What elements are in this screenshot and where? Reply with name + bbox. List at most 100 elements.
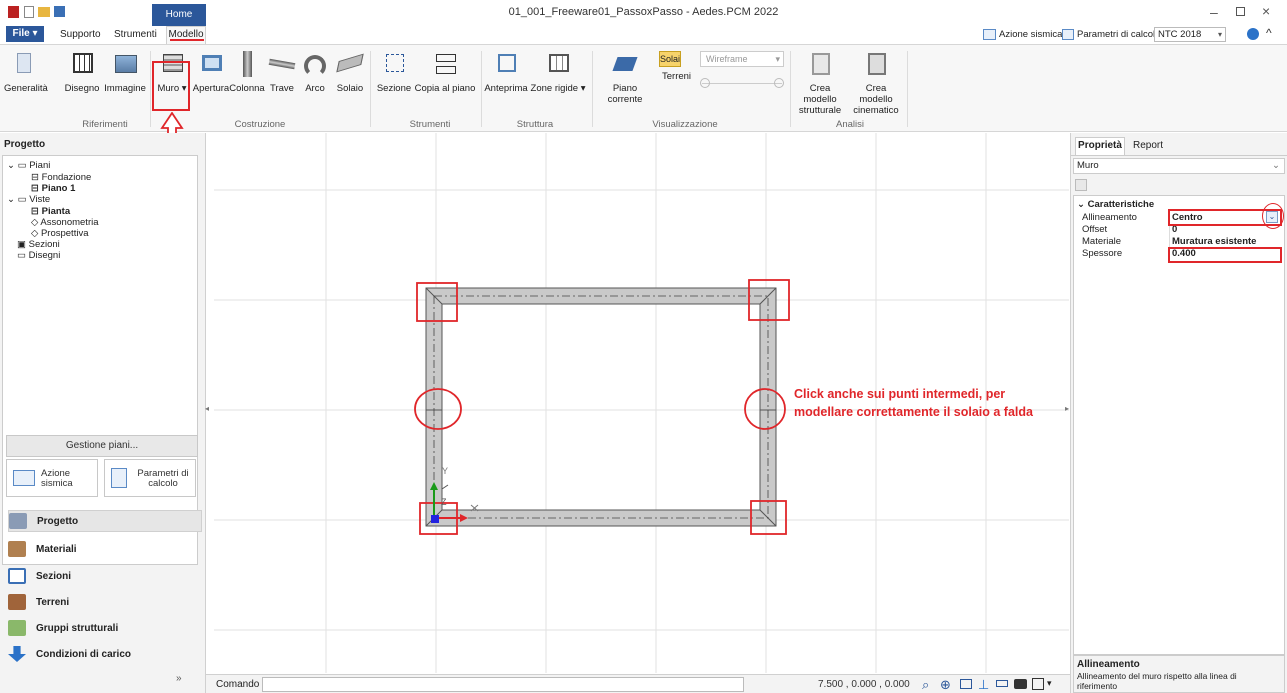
- immagine-button[interactable]: Immagine: [103, 51, 147, 94]
- prop-name-allineamento: Allineamento: [1082, 212, 1137, 223]
- wall-rectangle: [425, 287, 777, 527]
- prop-name-offset: Offset: [1082, 224, 1108, 235]
- structural-model-icon: [805, 51, 835, 79]
- terreni-toggle[interactable]: Terreni: [662, 71, 691, 82]
- piano-corrente-button[interactable]: Piano corrente: [596, 51, 654, 105]
- parameters-icon: [111, 468, 127, 488]
- slab-icon: [335, 51, 365, 79]
- close-button[interactable]: ×: [1262, 3, 1270, 19]
- object-select[interactable]: Muro ⌄: [1073, 158, 1285, 174]
- right-splitter-icon[interactable]: ▸: [1065, 404, 1069, 413]
- minus-icon[interactable]: [700, 78, 710, 88]
- tab-supporto[interactable]: Supporto: [60, 29, 101, 40]
- apertura-label: Apertura: [192, 83, 230, 94]
- nav-terreni[interactable]: Terreni: [8, 591, 69, 613]
- crea-modello-strutturale-button[interactable]: Crea modello strutturale: [794, 51, 846, 116]
- project-tree: ⌄ ▭ Piani ⊟ Fondazione ⊟ Piano 1 ⌄ ▭ Vis…: [2, 155, 198, 565]
- ruler-icon[interactable]: [996, 680, 1008, 687]
- plus-icon[interactable]: [774, 78, 784, 88]
- drawing-canvas[interactable]: Y Z Click anche sui punti intermedi, per…: [214, 133, 1069, 673]
- arch-icon: [300, 51, 330, 79]
- separator: [907, 51, 908, 127]
- left-splitter-icon[interactable]: ◂: [205, 404, 209, 413]
- grid-icon[interactable]: [960, 679, 972, 689]
- help-icon[interactable]: [1247, 28, 1259, 40]
- tab-proprieta[interactable]: Proprietà: [1075, 137, 1125, 155]
- nav-condizioni-carico[interactable]: Condizioni di carico: [8, 643, 131, 665]
- restore-button[interactable]: [1236, 7, 1245, 16]
- opening-icon: [196, 51, 226, 79]
- highlight-spessore: [1168, 247, 1282, 263]
- parametri-calcolo-label: Parametri di calcolo: [137, 468, 189, 489]
- parametri-calcolo-button[interactable]: Parametri di calcolo: [104, 459, 196, 497]
- trave-button[interactable]: Trave: [266, 51, 298, 94]
- sezione-button[interactable]: Sezione: [374, 51, 414, 94]
- generalita-button[interactable]: Generalità: [4, 51, 48, 94]
- project-panel-title: Progetto: [4, 139, 46, 150]
- apertura-button[interactable]: Apertura: [192, 51, 230, 94]
- tree-piano-1[interactable]: ⊟ Piano 1: [31, 183, 75, 194]
- zoom-icon[interactable]: ⌕: [922, 677, 929, 693]
- azione-sismica-link[interactable]: Azione sismica: [999, 29, 1062, 40]
- zone-rigide-button[interactable]: Zone rigide ▾: [530, 51, 586, 94]
- tree-fondazione-label: Fondazione: [41, 172, 92, 183]
- chevron-down-icon: ▾: [1217, 30, 1222, 39]
- crea-modello-strutturale-label: Crea modello strutturale: [798, 83, 842, 116]
- tab-file[interactable]: File ▾: [6, 26, 44, 42]
- panel-expand-icon[interactable]: »: [176, 673, 182, 684]
- crea-modello-cinematico-button[interactable]: Crea modello cinematico: [849, 51, 903, 116]
- categorized-view-icon[interactable]: [1075, 179, 1087, 191]
- tab-report[interactable]: Report: [1133, 140, 1163, 151]
- parametri-calcolo-link[interactable]: Parametri di calcolo: [1077, 29, 1160, 40]
- copia-piano-button[interactable]: Copia al piano: [414, 51, 476, 94]
- tab-strumenti[interactable]: Strumenti: [114, 29, 157, 40]
- gestione-piani-button[interactable]: Gestione piani...: [6, 435, 198, 457]
- axis-z-label: Z: [441, 497, 447, 507]
- solai-toggle[interactable]: Solai: [659, 51, 681, 67]
- nav-progetto[interactable]: Progetto: [8, 510, 202, 532]
- tree-pianta-label: Pianta: [41, 206, 71, 217]
- beam-icon: [267, 51, 297, 79]
- wireframe-select[interactable]: Wireframe ▾: [700, 51, 784, 67]
- trave-label: Trave: [270, 83, 294, 94]
- column-icon: [232, 51, 262, 79]
- tab-modello[interactable]: Modello: [166, 26, 206, 44]
- arco-button[interactable]: Arco: [299, 51, 331, 94]
- transparency-slider[interactable]: [702, 83, 782, 84]
- chevron-down-icon[interactable]: ▾: [1047, 678, 1052, 689]
- tree-assonometria[interactable]: ◇ Assonometria: [31, 217, 99, 228]
- view-mode-icon[interactable]: [1032, 678, 1044, 690]
- seismic-icon[interactable]: [983, 29, 996, 40]
- section-caratteristiche[interactable]: ⌄ Caratteristiche: [1077, 199, 1154, 210]
- tree-viste[interactable]: ⌄ ▭ Viste: [7, 194, 50, 205]
- camera-icon[interactable]: [1014, 679, 1027, 689]
- tree-prospettiva[interactable]: ◇ Prospettiva: [31, 228, 88, 239]
- norm-select[interactable]: NTC 2018 ▾: [1154, 27, 1226, 42]
- azione-sismica-button[interactable]: Azione sismica: [6, 459, 98, 497]
- tree-disegni[interactable]: ▭ Disegni: [17, 250, 60, 261]
- ortho-icon[interactable]: ⊥: [978, 677, 989, 693]
- tree-pianta[interactable]: ⊟ Pianta: [31, 206, 70, 217]
- zoom-extents-icon[interactable]: ⊕: [940, 677, 951, 693]
- disegno-button[interactable]: Disegno: [62, 51, 102, 94]
- parameters-icon[interactable]: [1062, 29, 1074, 40]
- tree-piani[interactable]: ⌄ ▭ Piani: [7, 160, 50, 171]
- nav-gruppi-strutturali[interactable]: Gruppi strutturali: [8, 617, 118, 639]
- anteprima-button[interactable]: Anteprima: [484, 51, 528, 94]
- tree-fondazione[interactable]: ⊟ Fondazione: [31, 172, 91, 183]
- highlight-dropdown-circle: [1262, 203, 1284, 229]
- solaio-button[interactable]: Solaio: [333, 51, 367, 94]
- command-input[interactable]: [262, 677, 744, 692]
- crea-modello-cinematico-label: Crea modello cinematico: [853, 83, 899, 116]
- nav-sezioni-label: Sezioni: [36, 570, 72, 582]
- nav-materiali[interactable]: Materiali: [8, 538, 77, 560]
- minimize-button[interactable]: –: [1210, 4, 1218, 20]
- nav-sezioni[interactable]: Sezioni: [8, 565, 71, 587]
- prop-value-materiale[interactable]: Muratura esistente: [1172, 236, 1256, 247]
- nav-materiali-label: Materiali: [36, 543, 77, 555]
- nav-gruppi-label: Gruppi strutturali: [36, 622, 119, 634]
- tree-sezioni[interactable]: ▣ Sezioni: [17, 239, 60, 250]
- collapse-ribbon-icon[interactable]: ^: [1266, 26, 1272, 40]
- colonna-button[interactable]: Colonna: [229, 51, 265, 94]
- disegno-label: Disegno: [64, 83, 100, 94]
